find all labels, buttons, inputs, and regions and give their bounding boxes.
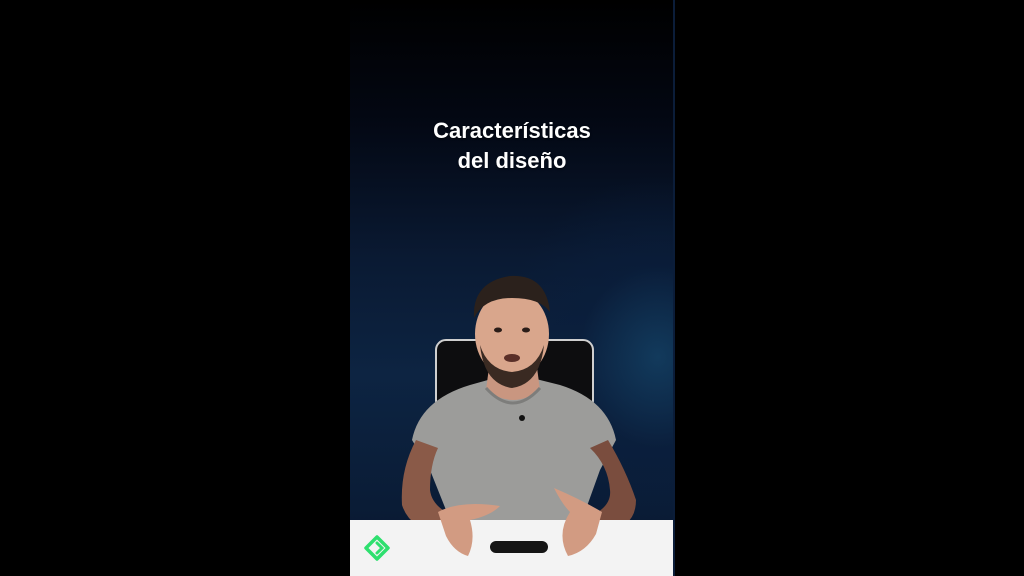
video-caption: Características del diseño	[350, 116, 674, 176]
caption-line-1: Características	[433, 118, 591, 143]
video-frame: Características del diseño	[350, 0, 674, 576]
lavalier-mic-icon	[519, 415, 525, 421]
caption-line-2: del diseño	[457, 148, 567, 173]
presenter-scene	[350, 275, 674, 576]
green-brand-logo-icon	[364, 535, 390, 561]
remote-device	[490, 541, 548, 553]
frame-edge	[673, 0, 675, 576]
